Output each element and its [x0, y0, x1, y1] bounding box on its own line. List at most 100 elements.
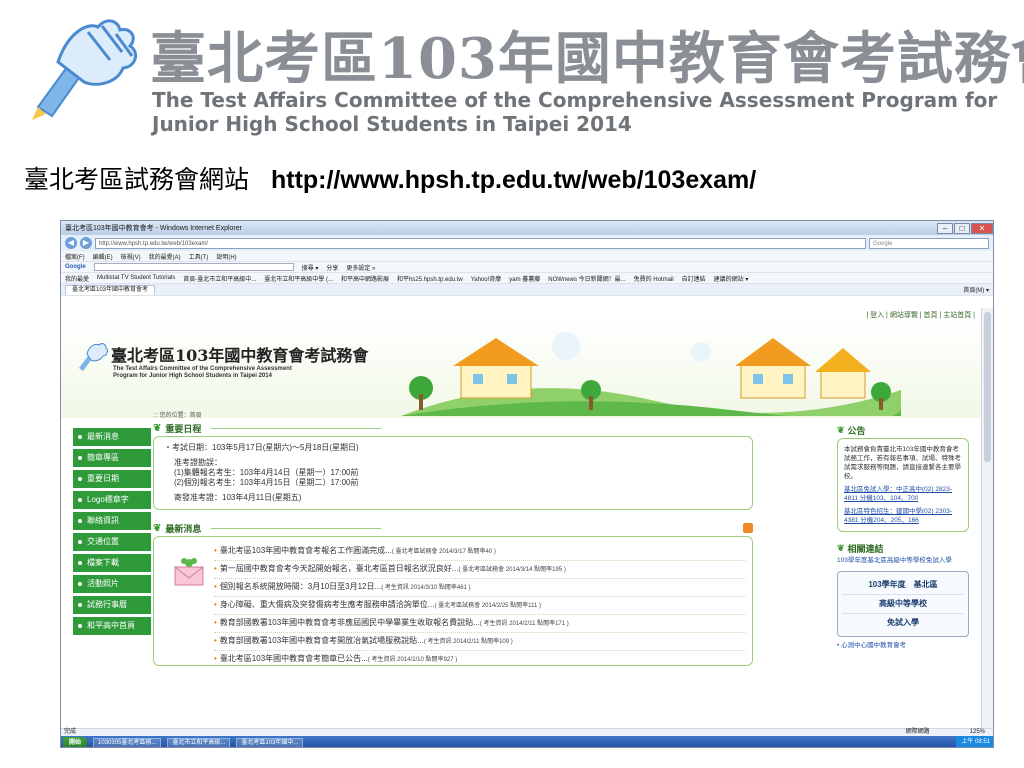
zoom-level[interactable]: 125%: [970, 729, 985, 736]
breadcrumb: ::: 您的位置：首頁: [153, 413, 202, 419]
rss-icon[interactable]: [743, 523, 753, 533]
search-input[interactable]: Google: [869, 237, 989, 249]
favorite-item[interactable]: Multistat TV Student Tutorials: [97, 275, 175, 281]
news-item[interactable]: • 個別報名系統開放時間：3月10日至3月12日...( 考生資訊 2014/3/…: [214, 579, 746, 597]
site-label: 臺北考區試務會網站: [24, 165, 250, 194]
favorite-item[interactable]: 臺北市立和平高級中學 (...: [264, 274, 333, 283]
news-item[interactable]: • 第一屆國中教育會考今天起開始報名，臺北考區首日報名狀況良好...( 臺北考區試…: [214, 561, 746, 579]
left-menu-item[interactable]: 活動照片: [73, 575, 151, 593]
site-top-links[interactable]: | 登入 | 網站導覽 | 首頁 | 主站首頁 |: [866, 310, 975, 320]
site-logo-icon: [79, 343, 108, 371]
envelope-clover-icon: [174, 558, 204, 586]
announce-contact[interactable]: 基北區免試入學：中正高中(02) 2823-4811 分機103、104、700: [844, 485, 962, 503]
links-item[interactable]: • 心測中心國中教育會考: [837, 641, 969, 650]
announce-title: 公告: [847, 425, 866, 436]
google-search-button[interactable]: 搜尋 ▾: [302, 263, 319, 272]
favorite-item[interactable]: Yahoo!奇摩: [471, 274, 502, 283]
favorites-bar: 我的最愛 Multistat TV Student Tutorials 首頁-臺…: [61, 273, 993, 284]
close-button[interactable]: ✕: [971, 222, 993, 234]
favorite-item[interactable]: 和平高中網路影展: [341, 274, 389, 283]
favorite-item[interactable]: yam 蕃薯藤: [509, 274, 540, 283]
slide-title-zh: 臺北考區103年國中教育會考試務會: [150, 26, 1024, 92]
links-section-title: ❦ 相關連結: [837, 540, 969, 556]
schedule-title: 重要日程: [165, 423, 202, 434]
left-menu-item[interactable]: 簡章專區: [73, 449, 151, 467]
status-zone: 網際網路: [905, 729, 930, 735]
menu-edit[interactable]: 編輯(E): [93, 252, 113, 261]
menu-help[interactable]: 說明(H): [216, 252, 236, 261]
announce-box: 本試務會負責臺北市103年國中教育會考試務工作，若有報名事項、試場、特殊考試需求…: [837, 438, 969, 532]
news-box: • 臺北考區103年國中教育會考報名工作圓滿完成...( 臺北考區試務會 2014…: [153, 536, 753, 666]
links-title: 相關連結: [847, 543, 884, 554]
schedule-line: 准考證勘誤：: [174, 458, 222, 467]
address-input[interactable]: http://www.hpsh.tp.edu.tw/web/103exam/: [95, 237, 866, 249]
news-section-title: ❦ 最新消息: [153, 520, 753, 536]
favorite-item[interactable]: 自訂連結: [682, 274, 706, 283]
schedule-line: 寄發准考證：103年4月11日(星期五): [174, 493, 302, 502]
schedule-line: (1)集體報名考生：103年4月14日（星期一）17:00前: [174, 468, 359, 477]
start-button[interactable]: 開始: [63, 736, 88, 747]
status-text: 完成: [64, 729, 77, 735]
back-icon[interactable]: ◀: [65, 237, 77, 249]
left-menu-item[interactable]: 聯絡資訊: [73, 512, 151, 530]
google-search-input[interactable]: [93, 263, 294, 271]
minimize-button[interactable]: –: [937, 222, 953, 234]
banner-line: 103學年度 基北區: [842, 576, 964, 595]
favorite-item[interactable]: NOWnews 今日新聞網！最...: [548, 274, 625, 283]
left-menu-item[interactable]: 最新消息: [73, 428, 151, 446]
vertical-scrollbar[interactable]: [981, 308, 993, 728]
slide-title-en: The Test Affairs Committee of the Compre…: [152, 88, 998, 136]
left-menu-item[interactable]: 重要日期: [73, 470, 151, 488]
left-menu: 最新消息 簡章專區 重要日期 Logo標章字 聯絡資訊 交通位置 檔案下載 活動…: [73, 428, 151, 638]
menu-view[interactable]: 檢視(V): [121, 252, 141, 261]
favorite-item[interactable]: 我的最愛: [65, 274, 89, 283]
announce-text: 本試務會負責臺北市103年國中教育會考試務工作，若有報名事項、試場、特殊考試需求…: [844, 446, 961, 480]
left-menu-item[interactable]: 試務行事曆: [73, 596, 151, 614]
schedule-section-title: ❦ 重要日程: [153, 420, 753, 436]
menu-file[interactable]: 檔案(F): [65, 252, 85, 261]
schedule-box: ・考試日期：103年5月17日(星期六)～5月18日(星期日) 准考證勘誤： (…: [153, 436, 753, 510]
news-item[interactable]: • 臺北考區103年國中教育會考簡章已公告...( 考生資訊 2014/2/10 …: [214, 651, 746, 665]
site-line: 臺北考區試務會網站 http://www.hpsh.tp.edu.tw/web/…: [24, 160, 756, 196]
leaf-icon: ❦: [837, 424, 845, 435]
exam-banner[interactable]: 103學年度 基北區 高級中等學校 免試入學: [837, 571, 969, 637]
news-item[interactable]: • 教育部國教署103年國中教育會考開放冶氣試場服務說貼...( 考生資訊 201…: [214, 633, 746, 651]
home-menu-button[interactable]: 首頁(M) ▾: [963, 285, 989, 294]
site-header-subtitle: The Test Affairs Committee of the Compre…: [113, 366, 292, 379]
google-share-button[interactable]: 分享: [326, 263, 338, 272]
status-bar: 完成 網際網路 125%: [61, 728, 993, 736]
menu-tools[interactable]: 工具(T): [189, 252, 209, 261]
main-content: ::: 您的位置：首頁 ❦ 重要日程 ・考試日期：103年5月17日(星期六)～…: [153, 410, 753, 728]
left-menu-item[interactable]: 和平高中首頁: [73, 617, 151, 635]
window-title: 臺北考區103年國中教育會考 - Windows Internet Explor…: [65, 225, 242, 232]
taskbar-item[interactable]: 臺北市立和平高級...: [167, 737, 231, 747]
favorite-item[interactable]: 首頁-臺北市立和平高級中...: [183, 274, 256, 283]
left-menu-item[interactable]: Logo標章字: [73, 491, 151, 509]
tab-current[interactable]: 臺北考區103年國中教育會考: [65, 284, 156, 295]
tray-clock[interactable]: 上午 08:51: [956, 736, 993, 747]
google-toolbar: Google 搜尋 ▾ 分享 更多設定 »: [61, 262, 993, 273]
right-column: ❦ 公告 本試務會負責臺北市103年國中教育會考試務工作，若有報名事項、試場、特…: [837, 422, 969, 650]
maximize-button[interactable]: □: [954, 222, 970, 234]
leaf-icon: ❦: [837, 542, 845, 553]
schedule-line: (2)個別報名考生：103年4月15日（星期二）17:00前: [174, 478, 359, 487]
taskbar: 開始 1030305臺北考區務... 臺北市立和平高級... 臺北考區103年國…: [61, 736, 993, 747]
site-url[interactable]: http://www.hpsh.tp.edu.tw/web/103exam/: [271, 166, 756, 194]
news-item[interactable]: • 臺北考區103年國中教育會考報名工作圓滿完成...( 臺北考區試務會 2014…: [214, 543, 746, 561]
leaf-icon: ❦: [153, 522, 162, 534]
announce-contact[interactable]: 基北區特色招生：建國中學(02) 2303-4381 分機204、205、166: [844, 507, 962, 525]
favorite-item[interactable]: 免費的 Hotmail: [634, 274, 674, 283]
news-item[interactable]: • 身心障礙、重大傷病及突發傷病考生應考服務申請洽詢單位...( 臺北考區試務會 …: [214, 597, 746, 615]
taskbar-item[interactable]: 臺北考區103年國中...: [236, 737, 304, 747]
links-item[interactable]: 103學年度基北區高級中等學校免試入學: [837, 556, 969, 565]
favorite-item[interactable]: 和平hs25.hpsh.tp.edu.tw: [397, 274, 463, 283]
forward-icon[interactable]: ▶: [80, 237, 92, 249]
menu-bar: 檔案(F) 編輯(E) 檢視(V) 我的最愛(A) 工具(T) 說明(H): [61, 251, 993, 262]
google-more-button[interactable]: 更多設定 »: [346, 263, 375, 272]
taskbar-item[interactable]: 1030305臺北考區務...: [93, 737, 162, 747]
menu-favorites[interactable]: 我的最愛(A): [149, 252, 181, 261]
news-item[interactable]: • 教育部國教署103年國中教育會考非應屆國民中學畢業生收取報名費說貼...( 考…: [214, 615, 746, 633]
left-menu-item[interactable]: 交通位置: [73, 533, 151, 551]
left-menu-item[interactable]: 檔案下載: [73, 554, 151, 572]
favorite-item[interactable]: 建議的網站 ▾: [714, 274, 749, 283]
